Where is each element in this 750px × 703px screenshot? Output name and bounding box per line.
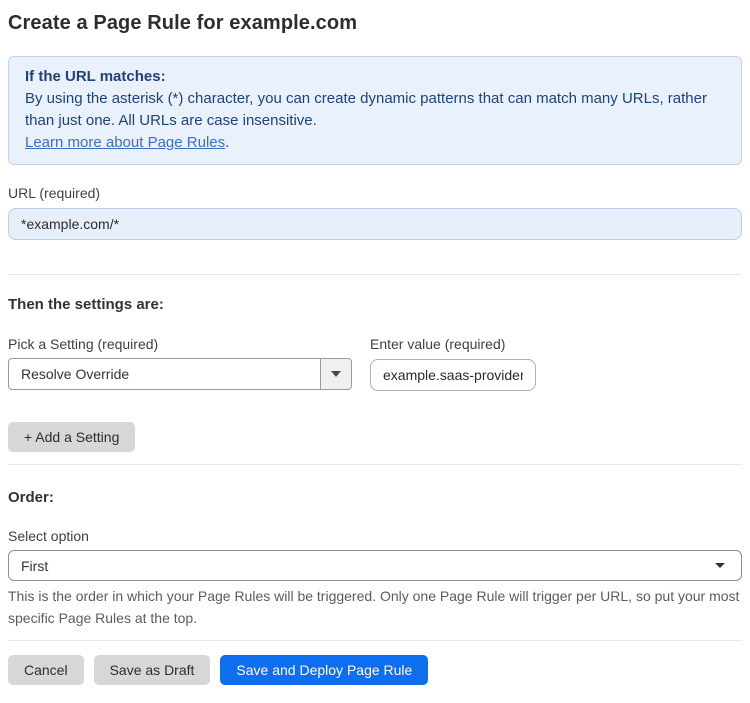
setting-value-input[interactable]	[370, 359, 536, 391]
section-divider	[8, 640, 742, 641]
value-field-column: Enter value (required)	[370, 321, 536, 391]
order-select-label: Select option	[8, 528, 89, 544]
add-setting-button[interactable]: + Add a Setting	[8, 422, 136, 452]
triangle-down-icon	[715, 563, 725, 568]
cancel-button[interactable]: Cancel	[8, 655, 84, 685]
setting-picker-arrow-button[interactable]	[320, 359, 351, 389]
learn-more-link[interactable]: Learn more about Page Rules	[25, 134, 225, 151]
link-period: .	[225, 134, 230, 151]
order-help-text: This is the order in which your Page Rul…	[8, 588, 740, 626]
settings-row: Pick a Setting (required) Resolve Overri…	[8, 314, 742, 391]
url-input[interactable]	[8, 208, 742, 240]
page-title: Create a Page Rule for example.com	[8, 12, 358, 34]
value-field-label: Enter value (required)	[370, 336, 506, 352]
triangle-down-icon	[331, 371, 341, 377]
url-match-info-box: If the URL matches: By using the asteris…	[8, 56, 742, 165]
section-divider	[8, 274, 742, 275]
save-as-draft-button[interactable]: Save as Draft	[93, 655, 211, 685]
form-actions: Cancel Save as Draft Save and Deploy Pag…	[8, 655, 742, 685]
setting-picker-label: Pick a Setting (required)	[8, 336, 159, 352]
setting-picker-value: Resolve Override	[21, 366, 130, 382]
save-and-deploy-button[interactable]: Save and Deploy Page Rule	[220, 655, 429, 685]
setting-picker-column: Pick a Setting (required) Resolve Overri…	[8, 314, 352, 390]
order-select-value: First	[21, 557, 49, 574]
url-field-label: URL (required)	[8, 185, 101, 201]
setting-picker-dropdown[interactable]: Resolve Override	[8, 358, 352, 390]
section-divider	[8, 464, 742, 465]
page-rule-form: Create a Page Rule for example.com If th…	[0, 12, 750, 685]
order-section-heading: Order:	[8, 489, 54, 506]
order-select[interactable]: First	[8, 550, 742, 581]
info-link-line: Learn more about Page Rules.	[25, 132, 725, 154]
settings-section-heading: Then the settings are:	[8, 296, 164, 313]
info-box-body: By using the asterisk (*) character, you…	[25, 90, 707, 129]
info-box-heading: If the URL matches:	[25, 68, 166, 85]
